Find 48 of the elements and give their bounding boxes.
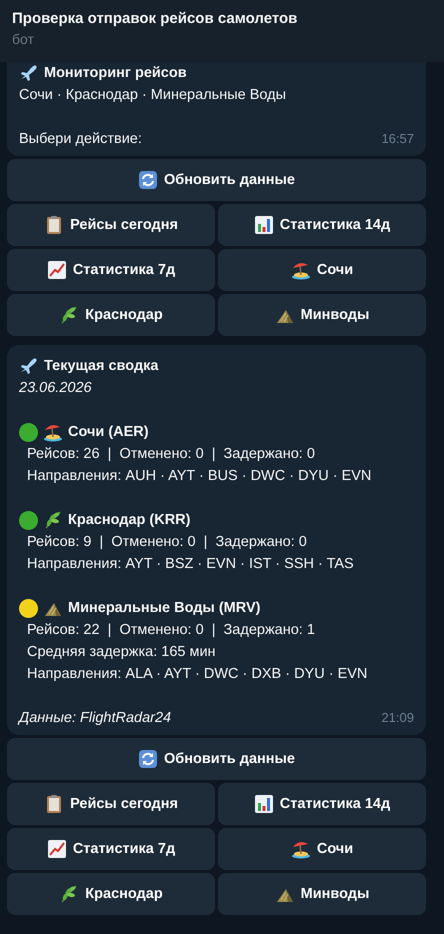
keyboard-button[interactable]: Минводы xyxy=(218,294,426,336)
city-stats: Рейсов: 22 | Отменено: 0 | Задержано: 1 xyxy=(26,621,316,640)
city-stats: Рейсов: 26 | Отменено: 0 | Задержано: 0 xyxy=(26,445,316,464)
city-stats: Направления: AUH · AYT · BUS · DWC · DYU · EVN xyxy=(26,467,372,486)
line-chart-icon xyxy=(46,839,67,859)
beach-umbrella-icon xyxy=(290,260,311,280)
keyboard-button[interactable]: Статистика 7д xyxy=(7,249,215,291)
bar-chart-icon xyxy=(254,794,274,814)
city-name: Минеральные Воды (MRV) xyxy=(68,599,260,618)
message-time: 16:57 xyxy=(381,130,414,148)
keyboard-button[interactable]: Обновить данные xyxy=(7,738,426,780)
keyboard-button[interactable]: Обновить данные xyxy=(7,159,426,201)
keyboard-button[interactable]: Рейсы сегодня xyxy=(7,783,215,825)
refresh-icon xyxy=(138,749,158,769)
refresh-icon xyxy=(138,170,158,190)
keyboard-button[interactable]: Статистика 14д xyxy=(218,783,426,825)
keyboard-button[interactable]: Рейсы сегодня xyxy=(7,204,215,246)
message-time: 21:09 xyxy=(381,709,414,727)
city-stats: Рейсов: 9 | Отменено: 0 | Задержано: 0 xyxy=(26,533,308,552)
city-stats: Направления: ALA · AYT · DWC · DXB · DYU · EVN xyxy=(26,665,368,684)
keyboard-button[interactable]: Статистика 7д xyxy=(7,828,215,870)
keyboard-button[interactable]: Статистика 14д xyxy=(218,204,426,246)
beach-umbrella-icon xyxy=(290,839,311,859)
leaf-icon xyxy=(43,510,63,530)
chat-subtitle: бот xyxy=(12,30,35,48)
airplane-icon xyxy=(19,356,39,376)
city-stats: Средняя задержка: 165 мин xyxy=(26,643,217,662)
message-text: Сочи · Краснодар · Минеральные Воды xyxy=(19,86,288,105)
bar-chart-icon xyxy=(254,215,274,235)
line-chart-icon xyxy=(46,260,67,280)
keyboard-button[interactable]: Минводы xyxy=(218,873,426,915)
message-date: 23.06.2026 xyxy=(19,379,93,398)
leaf-icon xyxy=(59,305,80,325)
beach-umbrella-icon xyxy=(43,422,63,442)
airplane-icon xyxy=(19,63,39,83)
city-name: Сочи (AER) xyxy=(68,423,149,442)
keyboard-button[interactable]: Сочи xyxy=(218,249,426,291)
keyboard-button[interactable]: Краснодар xyxy=(7,873,215,915)
keyboard-button[interactable]: Сочи xyxy=(218,828,426,870)
chat-title: Проверка отправок рейсов самолетов xyxy=(12,9,298,29)
leaf-icon xyxy=(59,884,80,904)
message-title: Мониторинг рейсов xyxy=(44,64,187,83)
message-footer: Данные: FlightRadar24 xyxy=(19,707,172,729)
city-name: Краснодар (KRR) xyxy=(68,511,190,530)
city-stats: Направления: AYT · BSZ · EVN · IST · SSH · TAS xyxy=(26,555,355,574)
keyboard-button[interactable]: Краснодар xyxy=(7,294,215,336)
message-footer: Выбери действие: xyxy=(19,128,142,150)
message-title: Текущая сводка xyxy=(44,357,158,376)
